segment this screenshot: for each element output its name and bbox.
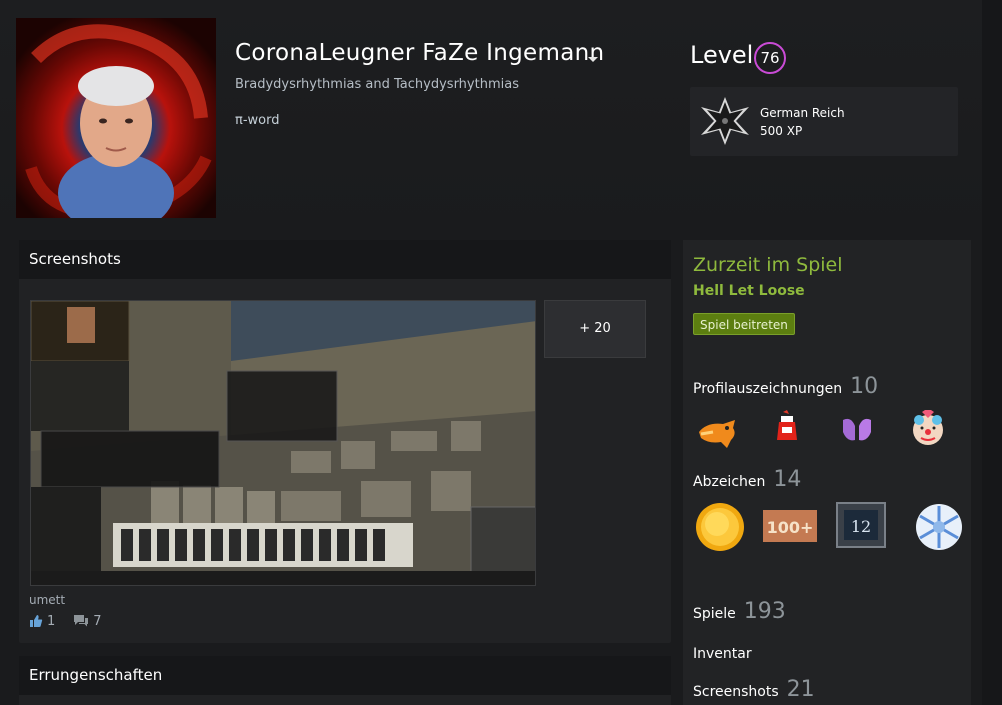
comment-icon[interactable] [73,614,89,628]
achievements-title[interactable]: Errungenschaften [19,656,671,695]
real-name: Bradydysrhythmias and Tachydysrhythmias [235,77,519,92]
name-history-dropdown-icon[interactable] [588,57,598,62]
join-game-button[interactable]: Spiel beitreten [693,313,795,335]
games-count: 193 [743,599,786,624]
snowflake-badge-icon[interactable] [913,502,965,552]
featured-badge-xp: 500 XP [760,124,803,138]
ketchup-award-icon[interactable] [773,410,801,442]
hands-award-icon[interactable] [839,416,875,444]
100-plus-badge-icon[interactable]: 100+ [763,506,817,546]
level-label: Level [690,41,754,69]
level-badge[interactable]: 76 [754,42,786,74]
badges-count: 14 [773,467,802,492]
profile-summary: π-word [235,113,280,128]
screenshot-rating: 1 7 [29,612,120,630]
screenshots-label: Screenshots [693,684,779,700]
achievements-showcase: Errungenschaften [19,656,671,705]
awards-link[interactable]: Profilauszeichnungen 10 [693,374,878,399]
likes-count: 1 [47,613,56,629]
gold-coin-badge-icon[interactable] [695,502,745,552]
featured-badge-title: German Reich [760,106,845,120]
avatar[interactable] [16,18,216,218]
profile-sidebar: Zurzeit im Spiel Hell Let Loose Spiel be… [683,240,971,705]
now-playing-game[interactable]: Hell Let Loose [693,283,805,299]
badges-link[interactable]: Abzeichen 14 [693,467,801,492]
awards-row [693,410,963,460]
badges-label: Abzeichen [693,474,766,490]
awards-count: 10 [850,374,879,399]
badges-row: 100+ 12 [693,502,963,552]
thumbs-up-icon[interactable] [29,614,43,628]
clown-award-icon[interactable] [909,410,947,448]
screenshots-link[interactable]: Screenshots 21 [693,677,815,702]
svg-text:12: 12 [851,517,871,536]
svg-text:100+: 100+ [767,518,814,537]
dog-award-icon[interactable] [697,414,739,450]
scrollbar-track[interactable] [982,0,1002,705]
awards-label: Profilauszeichnungen [693,381,843,397]
now-playing-label: Zurzeit im Spiel [693,254,843,276]
persona-name: CoronaLeugner FaZe Ingemann [235,40,605,66]
iron-cross-icon [701,97,749,145]
screenshots-title[interactable]: Screenshots [19,240,671,279]
screenshots-showcase: Screenshots + 20 umett 1 7 [19,240,671,643]
years-12-badge-icon[interactable]: 12 [836,502,886,548]
screenshots-count: 21 [786,677,815,702]
more-screenshots-button[interactable]: + 20 [544,300,646,358]
screenshot-thumbnail[interactable] [30,300,536,586]
screenshot-caption: umett [29,593,66,607]
games-link[interactable]: Spiele 193 [693,599,786,624]
screenshot-image [31,301,535,585]
inventory-link[interactable]: Inventar [693,646,752,662]
comments-count: 7 [93,613,102,629]
featured-badge[interactable]: German Reich 500 XP [690,87,958,156]
games-label: Spiele [693,606,736,622]
